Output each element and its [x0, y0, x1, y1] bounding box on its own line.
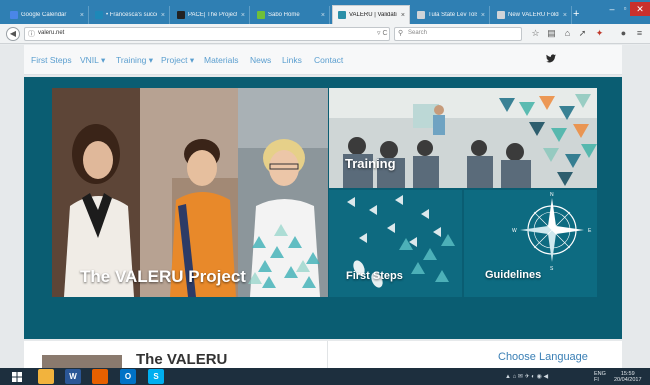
tab-close-icon[interactable]: × — [161, 12, 165, 19]
taskbar-word-icon[interactable]: W — [65, 369, 81, 384]
minimize-button[interactable]: – — [606, 4, 618, 14]
browser-nav-bar: ◀ ⓘ valeru.net ▿ C ⚲ Search ☆ ▤ ⌂ ➚ ✦ ● … — [0, 24, 650, 44]
nav-links[interactable]: Links — [282, 55, 302, 65]
nav-project[interactable]: Project ▾ — [161, 55, 194, 66]
taskbar-skype-icon[interactable]: S — [148, 369, 164, 384]
web-page: First Steps VNIL ▾ Training ▾ Project ▾ … — [0, 45, 650, 368]
tab-favicon-icon — [338, 11, 346, 19]
bookmark-star-icon[interactable]: ☆ — [530, 28, 541, 39]
browser-tab[interactable]: Tula State Lev Tolstoy ... × — [412, 6, 490, 24]
search-icon: ⚲ — [398, 30, 404, 37]
tab-favicon-icon — [257, 11, 265, 19]
browser-tab[interactable]: Google Calendar × — [5, 6, 89, 24]
column-divider — [327, 341, 328, 368]
clock[interactable]: 15:59 20/04/2017 — [614, 371, 642, 383]
tab-favicon-icon — [417, 11, 425, 19]
search-placeholder[interactable]: Search — [408, 30, 427, 36]
tab-title[interactable]: Tula State Lev Tolstoy ... — [428, 12, 477, 18]
compass-s: S — [550, 266, 554, 272]
nav-vnil[interactable]: VNIL ▾ — [80, 55, 105, 66]
compass-n: N — [550, 192, 554, 198]
input-language[interactable]: ENG FI — [594, 371, 606, 383]
tab-close-icon[interactable]: × — [80, 12, 84, 19]
browser-tab[interactable]: Sabo Home × — [252, 6, 330, 24]
browser-tab-strip: Google Calendar×• Francesca's succe...×P… — [0, 0, 650, 24]
browser-tab[interactable]: VALERU | Validation of ... × — [332, 5, 410, 24]
twitter-icon[interactable] — [546, 54, 556, 63]
new-tab-button[interactable]: + — [573, 8, 579, 20]
nav-news[interactable]: News — [250, 55, 271, 65]
compass-e: E — [588, 228, 592, 234]
tab-favicon-icon — [10, 11, 18, 19]
extension-icon[interactable]: ✦ — [594, 28, 605, 39]
tab-title[interactable]: • Francesca's succe... — [106, 12, 157, 18]
article-thumbnail[interactable] — [42, 355, 122, 368]
nav-materials[interactable]: Materials — [204, 55, 238, 65]
address-bar[interactable]: ⓘ valeru.net ▿ C — [24, 27, 390, 41]
guidelines-panel-label[interactable]: Guidelines — [485, 269, 541, 281]
training-panel[interactable]: Training — [329, 88, 597, 188]
menu-icon[interactable]: ≡ — [634, 28, 645, 39]
site-navigation: First Steps VNIL ▾ Training ▾ Project ▾ … — [24, 45, 622, 75]
project-panel[interactable]: The VALERU Project — [52, 88, 328, 297]
tab-close-icon[interactable]: × — [481, 12, 485, 19]
home-icon[interactable]: ⌂ — [562, 28, 573, 39]
training-panel-label[interactable]: Training — [345, 156, 396, 171]
tab-title[interactable]: PACE| The Project... — [188, 12, 237, 18]
project-photo — [52, 88, 328, 297]
tab-close-icon[interactable]: × — [401, 12, 405, 19]
tab-title[interactable]: VALERU | Validation of ... — [349, 12, 397, 18]
tab-favicon-icon — [497, 11, 505, 19]
search-box[interactable]: ⚲ Search — [394, 27, 522, 41]
nav-first-steps[interactable]: First Steps — [31, 55, 72, 65]
site-info-icon[interactable]: ⓘ — [28, 29, 35, 39]
tab-close-icon[interactable]: × — [321, 12, 325, 19]
system-tray-icons[interactable]: ▲ ⌂ ✉ ✈ ◐ ◉ ◀ — [505, 373, 548, 380]
first-steps-panel[interactable]: First Steps — [329, 190, 462, 297]
browser-tab[interactable]: New VALERU Folder | V... × — [492, 6, 572, 24]
tab-favicon-icon — [95, 11, 103, 19]
tab-title[interactable]: Sabo Home — [268, 12, 317, 18]
nav-training[interactable]: Training ▾ — [116, 55, 153, 66]
windows-taskbar: W OS ▲ ⌂ ✉ ✈ ◐ ◉ ◀ ENG FI 15:59 20/04/201… — [0, 368, 650, 385]
hero-banner: The VALERU Project Training First Steps … — [24, 77, 622, 339]
reload-button[interactable]: ▿ C — [377, 29, 388, 37]
article-title: The VALERU — [136, 351, 228, 368]
guidelines-panel[interactable]: N S W E Guidelines — [464, 190, 597, 297]
tab-close-icon[interactable]: × — [241, 12, 245, 19]
compass-w: W — [512, 228, 517, 234]
taskbar-firefox-icon[interactable] — [92, 369, 108, 384]
back-button[interactable]: ◀ — [6, 27, 20, 41]
first-steps-panel-label[interactable]: First Steps — [346, 270, 403, 282]
tab-close-icon[interactable]: × — [563, 12, 567, 19]
project-panel-label[interactable]: The VALERU Project — [80, 267, 246, 287]
choose-language-heading: Choose Language — [498, 351, 588, 363]
taskbar-file-explorer-icon[interactable] — [38, 369, 54, 384]
taskbar-outlook-icon[interactable]: O — [120, 369, 136, 384]
browser-tab[interactable]: • Francesca's succe... × — [90, 6, 170, 24]
browser-tab[interactable]: PACE| The Project... × — [172, 6, 250, 24]
training-photo — [329, 88, 597, 188]
url-text[interactable]: valeru.net — [38, 30, 64, 36]
send-icon[interactable]: ➚ — [577, 28, 588, 39]
sync-icon[interactable]: ● — [618, 28, 629, 39]
tab-title[interactable]: Google Calendar — [21, 12, 76, 18]
close-window-button[interactable]: ✕ — [630, 2, 650, 16]
tab-favicon-icon — [177, 11, 185, 19]
content-below-hero: The VALERU Choose Language — [24, 341, 622, 368]
reading-list-icon[interactable]: ▤ — [546, 28, 557, 39]
tab-title[interactable]: New VALERU Folder | V... — [508, 12, 559, 18]
nav-contact[interactable]: Contact — [314, 55, 343, 65]
maximize-button[interactable]: ▫ — [620, 4, 630, 14]
windows-start-icon[interactable] — [12, 372, 22, 382]
